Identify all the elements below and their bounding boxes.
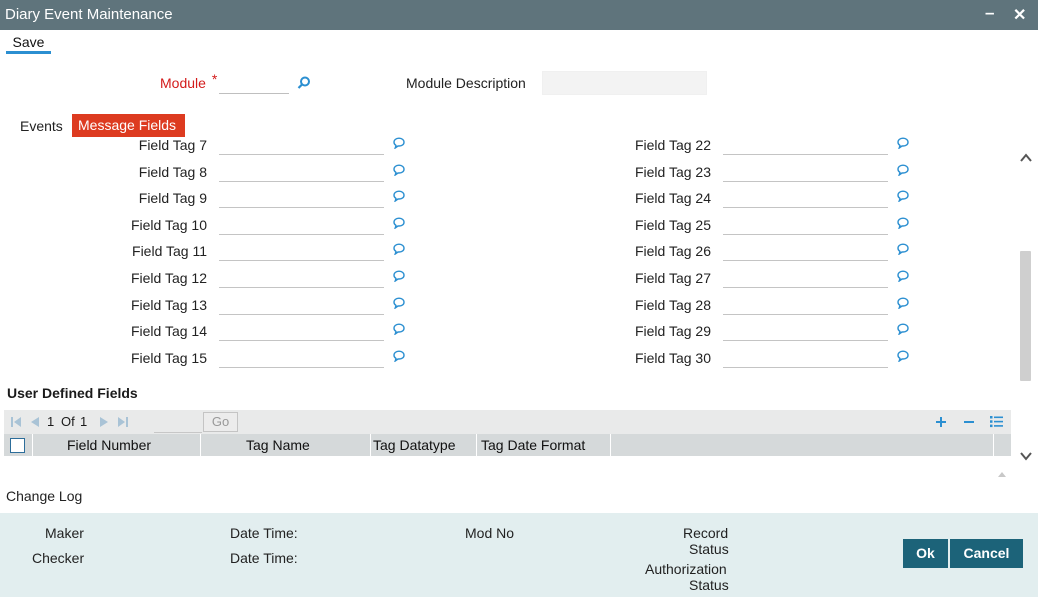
udf-grid-body: [4, 456, 1011, 478]
field-tag-input[interactable]: [723, 348, 888, 368]
grid-scroll-up-icon[interactable]: [997, 470, 1007, 478]
tab-message-fields[interactable]: Message Fields: [72, 114, 185, 137]
message-icon[interactable]: [897, 190, 909, 202]
message-icon[interactable]: [897, 217, 909, 229]
window-title: Diary Event Maintenance: [5, 6, 173, 23]
next-page-icon[interactable]: [98, 416, 110, 428]
field-tag-row: Field Tag 29: [0, 319, 1000, 345]
message-icon[interactable]: [897, 323, 909, 335]
ok-button[interactable]: Ok: [903, 539, 948, 568]
field-tag-label: Field Tag 25: [634, 217, 711, 233]
message-fields-panel: Field Tag 7 Field Tag 8 Field Tag 9 Field T…: [0, 137, 1017, 478]
message-icon[interactable]: [897, 350, 909, 362]
scroll-thumb[interactable]: [1020, 251, 1031, 381]
page-number-input[interactable]: [154, 414, 202, 433]
module-label-text: Module: [160, 75, 206, 91]
window-titlebar: Diary Event Maintenance – ✕: [0, 0, 1038, 30]
pager-total: 1: [80, 414, 88, 429]
pager-current: 1: [47, 414, 55, 429]
field-tag-label: Field Tag 30: [634, 350, 711, 366]
udf-grid-toolbar: 1 Of 1 Go: [4, 410, 1011, 434]
message-icon[interactable]: [897, 243, 909, 255]
module-description-field: [542, 71, 707, 95]
field-tag-row: Field Tag 30: [0, 346, 1000, 372]
checker-label: Checker: [32, 550, 85, 566]
udf-section-title: User Defined Fields: [7, 385, 138, 401]
field-tag-input[interactable]: [723, 162, 888, 182]
go-button[interactable]: Go: [203, 412, 238, 432]
field-tag-row: Field Tag 27: [0, 266, 1000, 292]
field-tag-input[interactable]: [723, 215, 888, 235]
message-icon[interactable]: [897, 137, 909, 149]
udf-grid-header: Field Number Tag Name Tag Datatype Tag D…: [4, 434, 1011, 456]
field-tag-row: Field Tag 22: [0, 137, 1000, 159]
column-header-field-number[interactable]: Field Number: [33, 434, 201, 456]
field-tag-label: Field Tag 27: [634, 270, 711, 286]
record-status-label-line2: Status: [689, 541, 729, 557]
field-tag-label: Field Tag 24: [634, 190, 711, 206]
delete-row-icon[interactable]: [962, 415, 976, 429]
authorization-status-label-line1: Authorization: [645, 561, 727, 577]
field-tag-label: Field Tag 22: [634, 137, 711, 153]
first-page-icon[interactable]: [10, 416, 22, 428]
minimize-icon[interactable]: –: [985, 3, 994, 23]
maker-label: Maker: [45, 525, 84, 541]
column-header-filler: [611, 434, 994, 456]
message-icon[interactable]: [897, 164, 909, 176]
field-tag-row: Field Tag 24: [0, 186, 1000, 212]
field-tag-input[interactable]: [723, 268, 888, 288]
required-asterisk: *: [211, 71, 218, 87]
field-tag-row: Field Tag 28: [0, 293, 1000, 319]
select-all-checkbox[interactable]: [10, 438, 25, 453]
cancel-button[interactable]: Cancel: [950, 539, 1023, 568]
field-tag-row: Field Tag 25: [0, 213, 1000, 239]
field-tag-label: Field Tag 29: [634, 323, 711, 339]
checker-date-time-label: Date Time:: [230, 550, 298, 566]
save-button[interactable]: Save: [6, 33, 51, 54]
mod-no-label: Mod No: [465, 525, 515, 541]
field-tag-label: Field Tag 23: [634, 164, 711, 180]
module-input[interactable]: [219, 74, 289, 94]
field-tag-label: Field Tag 28: [634, 297, 711, 313]
field-tag-input[interactable]: [723, 137, 888, 155]
message-icon[interactable]: [897, 297, 909, 309]
field-tag-row: Field Tag 23: [0, 160, 1000, 186]
scroll-down-icon[interactable]: [1019, 449, 1033, 463]
tab-events[interactable]: Events: [20, 118, 63, 134]
add-row-icon[interactable]: [934, 415, 948, 429]
audit-footer: Maker Checker Date Time: Date Time: Mod …: [0, 513, 1038, 597]
list-view-icon[interactable]: [989, 414, 1004, 429]
authorization-status-label-line2: Status: [689, 577, 729, 593]
pager-of-label: Of: [61, 414, 75, 429]
field-tag-input[interactable]: [723, 188, 888, 208]
field-tag-label: Field Tag 26: [634, 243, 711, 259]
maker-date-time-label: Date Time:: [230, 525, 298, 541]
change-log-label: Change Log: [6, 488, 83, 504]
last-page-icon[interactable]: [117, 416, 129, 428]
toolbar: Save: [0, 30, 1038, 54]
message-icon[interactable]: [897, 270, 909, 282]
column-header-tag-name[interactable]: Tag Name: [201, 434, 371, 456]
column-header-tag-datatype[interactable]: Tag Datatype: [371, 434, 477, 456]
search-icon[interactable]: [297, 76, 311, 90]
select-all-cell: [4, 434, 33, 456]
close-icon[interactable]: ✕: [1013, 5, 1026, 25]
record-status-label-line1: Record: [683, 525, 729, 541]
field-tag-input[interactable]: [723, 321, 888, 341]
scroll-up-icon[interactable]: [1019, 151, 1033, 165]
field-tag-input[interactable]: [723, 241, 888, 261]
module-label: Module *: [160, 71, 217, 91]
previous-page-icon[interactable]: [29, 416, 41, 428]
vertical-scrollbar[interactable]: [1017, 137, 1034, 478]
field-tag-input[interactable]: [723, 295, 888, 315]
field-tag-row: Field Tag 26: [0, 239, 1000, 265]
column-header-tag-date-format[interactable]: Tag Date Format: [477, 434, 611, 456]
module-description-label: Module Description: [406, 75, 526, 91]
